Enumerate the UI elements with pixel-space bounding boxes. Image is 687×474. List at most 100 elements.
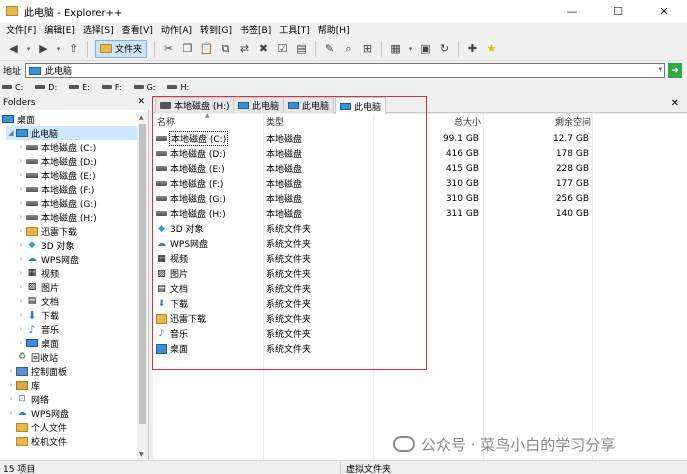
column-header-name[interactable]: 名称 [157, 115, 175, 128]
table-row[interactable]: ◆ 3D 对象 系统文件夹 [153, 221, 687, 236]
command-prompt-icon[interactable]: ▣ [418, 41, 434, 57]
table-row[interactable]: 本地磁盘 (C:) 本地磁盘 99.1 GB 12.7 GB [153, 131, 687, 146]
tab-this-pc-2[interactable]: 此电脑 [283, 97, 335, 113]
menu-bookmarks[interactable]: 书签[B] [238, 23, 277, 36]
expand-arrow-icon[interactable]: › [16, 143, 26, 151]
drive-button-c[interactable]: C: [2, 83, 23, 92]
tree-item-drive-h[interactable]: › 本地磁盘 (H:) [16, 210, 97, 224]
maximize-button[interactable]: ☐ [595, 0, 641, 22]
address-dropdown-icon[interactable]: ▾ [658, 65, 662, 73]
table-row[interactable]: ☁ WPS网盘 系统文件夹 [153, 236, 687, 251]
tree-item-personal-files[interactable]: 个人文件 [6, 420, 67, 434]
back-icon[interactable]: ◀ [6, 41, 22, 57]
close-tab-icon[interactable]: ✕ [671, 98, 679, 109]
tree-item-wps-cloud[interactable]: › ☁ WPS网盘 [16, 252, 79, 266]
tree-item-videos[interactable]: › ▦ 视频 [16, 266, 59, 280]
tree-item-3d-objects[interactable]: › ◆ 3D 对象 [16, 238, 75, 252]
table-row[interactable]: ⬇ 下载 系统文件夹 [153, 296, 687, 311]
move-to-icon[interactable]: ⇄ [237, 41, 253, 57]
tree-item-music[interactable]: › ♪ 音乐 [16, 322, 59, 336]
column-header-total-size[interactable]: 总大小 [454, 115, 481, 128]
tab-drive-h[interactable]: 本地磁盘 (H:) [155, 97, 235, 113]
expand-arrow-icon[interactable]: › [16, 199, 26, 207]
views-dropdown-icon[interactable]: ▾ [407, 41, 415, 57]
copy-to-icon[interactable]: ⧉ [218, 41, 234, 57]
bookmarks-star-icon[interactable]: ★ [484, 41, 500, 57]
tree-item-pictures[interactable]: › ▨ 图片 [16, 280, 59, 294]
drive-button-e[interactable]: E: [69, 83, 90, 92]
expand-arrow-icon[interactable]: › [6, 381, 16, 389]
folders-pane-close-icon[interactable]: ✕ [137, 97, 145, 107]
tree-item-documents[interactable]: › ▤ 文档 [16, 294, 59, 308]
expand-arrow-icon[interactable]: › [16, 311, 26, 319]
tree-item-recycle-bin[interactable]: ♻ 回收站 [6, 350, 58, 364]
table-row[interactable]: ▤ 文档 系统文件夹 [153, 281, 687, 296]
new-folder-icon[interactable]: ✎ [322, 41, 338, 57]
tree-item-drive-g[interactable]: › 本地磁盘 (G:) [16, 196, 97, 210]
tree-item-network[interactable]: › ⊡ 网络 [6, 392, 49, 406]
scroll-down-icon[interactable]: ▼ [139, 451, 144, 458]
menu-tools[interactable]: 工具[T] [277, 23, 316, 36]
folders-toggle-button[interactable]: 文件夹 [95, 39, 148, 58]
expand-arrow-icon[interactable]: › [16, 325, 26, 333]
paste-icon[interactable]: 📋 [199, 41, 215, 57]
collapse-arrow-icon[interactable]: ◢ [6, 129, 16, 137]
expand-arrow-icon[interactable]: › [16, 339, 26, 347]
menu-view[interactable]: 查看[V] [120, 23, 159, 36]
drive-button-h[interactable]: H: [167, 83, 189, 92]
up-icon[interactable]: ⇧ [66, 41, 82, 57]
bookmark-add-icon[interactable]: ✚ [465, 41, 481, 57]
table-row[interactable]: 桌面 系统文件夹 [153, 341, 687, 356]
close-button[interactable]: ✕ [641, 0, 687, 22]
map-drive-icon[interactable]: ⊞ [360, 41, 376, 57]
refresh-icon[interactable]: ↻ [437, 41, 453, 57]
column-header-free-space[interactable]: 剩余空间 [555, 115, 591, 128]
properties-icon[interactable]: ▤ [294, 41, 310, 57]
table-row[interactable]: 本地磁盘 (H:) 本地磁盘 311 GB 140 GB [153, 206, 687, 221]
tree-item-downloads[interactable]: › ⬇ 下载 [16, 308, 59, 322]
table-row[interactable]: 迅雷下载 系统文件夹 [153, 311, 687, 326]
forward-dropdown-icon[interactable]: ▾ [55, 41, 63, 57]
tree-item-control-panel[interactable]: › 控制面板 [6, 364, 67, 378]
expand-arrow-icon[interactable]: › [16, 241, 26, 249]
menu-file[interactable]: 文件[F] [4, 23, 42, 36]
tree-item-thunder-downloads[interactable]: › 迅雷下载 [16, 224, 77, 238]
tree-item-drive-f[interactable]: › 本地磁盘 (F:) [16, 182, 95, 196]
scroll-up-icon[interactable]: ▲ [139, 114, 144, 121]
expand-arrow-icon[interactable]: › [6, 395, 16, 403]
back-dropdown-icon[interactable]: ▾ [25, 41, 33, 57]
menu-actions[interactable]: 动作[A] [159, 23, 198, 36]
expand-arrow-icon[interactable]: › [16, 157, 26, 165]
tree-item-drive-d[interactable]: › 本地磁盘 (D:) [16, 154, 97, 168]
tree-item-libraries[interactable]: › 库 [6, 378, 40, 392]
minimize-button[interactable]: — [549, 0, 595, 22]
tree-item-desktop[interactable]: 桌面 [2, 112, 35, 126]
views-icon[interactable]: ▦ [388, 41, 404, 57]
tree-item-drive-c[interactable]: › 本地磁盘 (C:) [16, 140, 97, 154]
copy-icon[interactable]: ❐ [180, 41, 196, 57]
table-row[interactable]: 本地磁盘 (D:) 本地磁盘 416 GB 178 GB [153, 146, 687, 161]
menu-go[interactable]: 转到[G] [198, 23, 238, 36]
menu-help[interactable]: 帮助[H] [316, 23, 356, 36]
table-row[interactable]: 本地磁盘 (E:) 本地磁盘 415 GB 228 GB [153, 161, 687, 176]
tree-item-desktop-sub[interactable]: › 桌面 [16, 336, 59, 350]
tree-item-wps-cloud-root[interactable]: › ☁ WPS网盘 [6, 406, 69, 420]
drive-button-f[interactable]: F: [101, 83, 122, 92]
expand-arrow-icon[interactable]: › [16, 297, 26, 305]
tab-this-pc-active[interactable]: 此电脑 [335, 97, 387, 114]
search-icon[interactable]: ⌕ [341, 41, 357, 57]
expand-arrow-icon[interactable]: › [16, 171, 26, 179]
expand-arrow-icon[interactable]: › [6, 367, 16, 375]
folders-scrollbar[interactable]: ▲ ▼ [137, 112, 148, 460]
expand-arrow-icon[interactable]: › [16, 269, 26, 277]
expand-arrow-icon[interactable]: › [16, 213, 26, 221]
tree-item-this-pc[interactable]: ◢ 此电脑 [6, 126, 137, 140]
table-row[interactable]: 本地磁盘 (F:) 本地磁盘 310 GB 177 GB [153, 176, 687, 191]
scrollbar-thumb[interactable] [139, 124, 146, 424]
rename-icon[interactable]: ☑ [275, 41, 291, 57]
delete-icon[interactable]: ✖ [256, 41, 272, 57]
forward-icon[interactable]: ▶ [36, 41, 52, 57]
tab-this-pc-1[interactable]: 此电脑 [233, 97, 285, 113]
address-input[interactable]: 此电脑 ▾ [25, 63, 665, 78]
table-row[interactable]: ▨ 图片 系统文件夹 [153, 266, 687, 281]
